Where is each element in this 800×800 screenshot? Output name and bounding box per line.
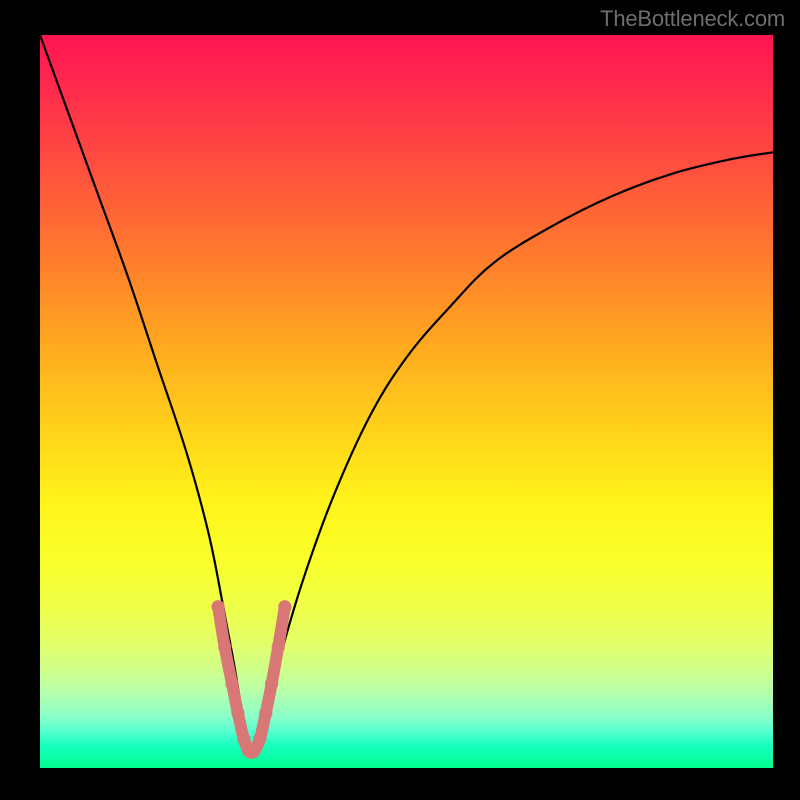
curve-layer	[40, 35, 773, 768]
plot-area	[40, 35, 773, 768]
watermark-text: TheBottleneck.com	[600, 6, 785, 32]
bottleneck-curve	[40, 35, 773, 751]
chart-frame: TheBottleneck.com	[0, 0, 800, 800]
highlight-band	[212, 600, 292, 758]
